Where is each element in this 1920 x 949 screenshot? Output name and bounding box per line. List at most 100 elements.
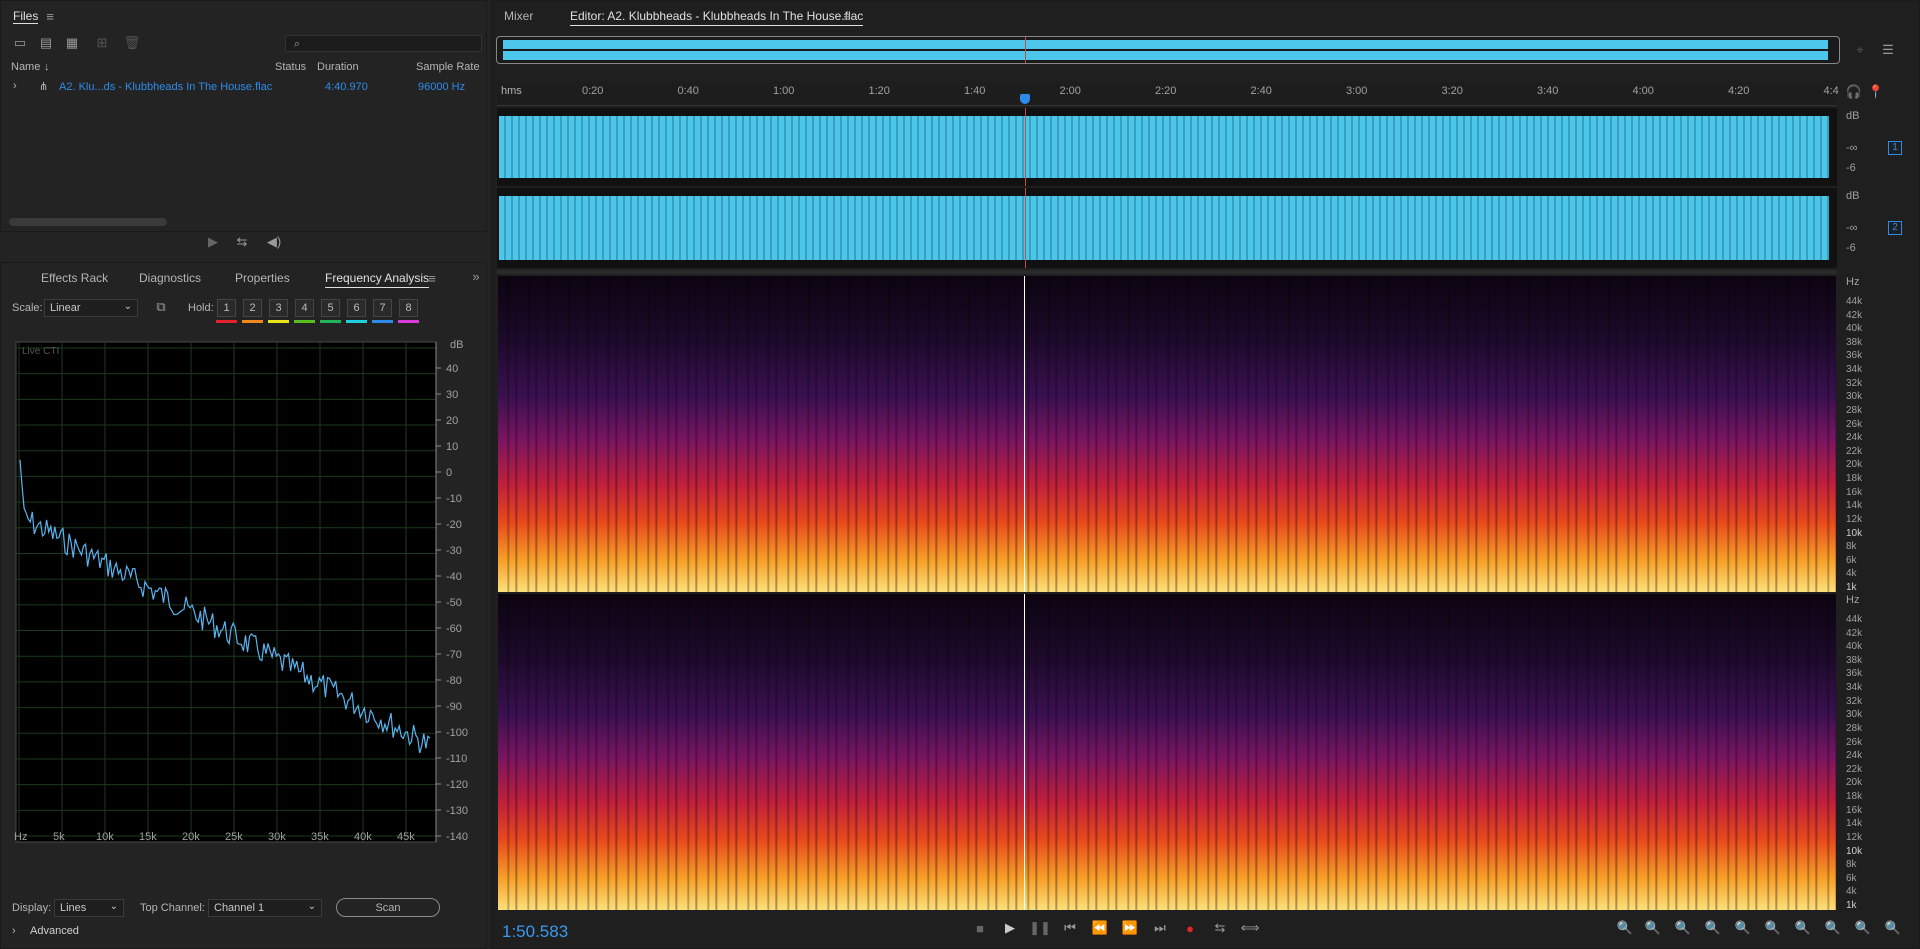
- sort-arrow-icon: ↓: [44, 61, 50, 73]
- hold-color-bar-6: [346, 320, 367, 323]
- tab-properties[interactable]: Properties: [235, 271, 290, 285]
- zoom-in-right-icon[interactable]: 🔍: [1794, 920, 1812, 936]
- waveform-overview[interactable]: [496, 36, 1840, 64]
- timeline-ruler[interactable]: hms 0:20 0:40 1:00 1:20 1:40 2:00 2:20 2:40 3:00…: [497, 82, 1839, 106]
- tab-frequency-analysis[interactable]: Frequency Analysis: [325, 271, 430, 288]
- hz-tick-label: 12k: [1846, 831, 1863, 843]
- panel-layout-icon[interactable]: ☰: [1880, 42, 1896, 58]
- zoom-in-amplitude-icon[interactable]: 🔍: [1616, 920, 1634, 936]
- hold-color-bar-3: [268, 320, 289, 323]
- column-duration[interactable]: Duration: [317, 61, 359, 73]
- hz-tick-label: 42k: [1846, 309, 1863, 321]
- import-file-icon[interactable]: ▤: [37, 35, 55, 51]
- hz-tick-label: 28k: [1846, 722, 1863, 734]
- hz-tick-label: 25k: [225, 831, 243, 843]
- db-tick-label: -120: [446, 779, 468, 791]
- zoom-selection-icon[interactable]: 🔍: [1734, 920, 1752, 936]
- delete-icon[interactable]: 🗑: [123, 35, 141, 51]
- hold-button-3[interactable]: 3: [269, 299, 288, 317]
- channel-2-badge[interactable]: 2: [1888, 221, 1902, 235]
- hz-tick-label: 32k: [1846, 377, 1863, 389]
- fast-forward-icon[interactable]: ⏩: [1122, 920, 1138, 936]
- expand-panels-icon[interactable]: »: [469, 269, 483, 284]
- zoom-to-fit-icon[interactable]: ⌖: [1852, 42, 1868, 58]
- hz-tick-label: 44k: [1846, 296, 1863, 307]
- zoom-reset-icon[interactable]: 🔍: [1854, 920, 1872, 936]
- pause-icon[interactable]: ❚❚: [1029, 920, 1051, 936]
- hold-color-bar-2: [242, 320, 263, 323]
- zoom-more-icon[interactable]: 🔍: [1884, 920, 1902, 936]
- headphones-icon[interactable]: 🎧: [1846, 84, 1862, 100]
- column-status[interactable]: Status: [275, 61, 306, 73]
- loop-icon[interactable]: ⇆: [1212, 920, 1228, 936]
- advanced-toggle[interactable]: Advanced: [30, 925, 79, 937]
- skip-selection-icon[interactable]: ⟺: [1241, 920, 1260, 936]
- channel-1-badge[interactable]: 1: [1888, 141, 1902, 155]
- open-file-icon[interactable]: ▭: [11, 35, 29, 51]
- tab-effects-rack[interactable]: Effects Rack: [41, 271, 108, 285]
- loop-preview-icon[interactable]: ⇆: [234, 234, 250, 250]
- hz-tick-label: 30k: [268, 831, 286, 843]
- waveform-channel-2[interactable]: [497, 188, 1837, 268]
- db-tick-label: 30: [446, 389, 458, 401]
- expand-chevron-icon[interactable]: ›: [12, 925, 16, 937]
- zoom-out-amplitude-icon[interactable]: 🔍: [1644, 920, 1662, 936]
- hold-button-6[interactable]: 6: [347, 299, 366, 317]
- hz-tick-label: 35k: [311, 831, 329, 843]
- waveform-channel-1[interactable]: [497, 108, 1837, 186]
- files-search-input[interactable]: ⌕: [285, 35, 482, 52]
- rewind-icon[interactable]: ⏪: [1092, 920, 1108, 936]
- auto-play-icon[interactable]: ◀): [264, 234, 284, 250]
- play-icon[interactable]: ▶: [1002, 920, 1018, 936]
- panel-menu-icon[interactable]: ≡: [425, 271, 439, 286]
- time-display[interactable]: 1:50.583: [502, 922, 568, 942]
- tab-editor[interactable]: Editor: A2. Klubbheads - Klubbheads In T…: [570, 9, 864, 26]
- hz-tick-label: 26k: [1846, 736, 1863, 748]
- insert-icon[interactable]: ⊞: [93, 35, 111, 51]
- scale-label: Scale:: [12, 302, 43, 314]
- hold-button-2[interactable]: 2: [243, 299, 262, 317]
- panel-menu-icon[interactable]: ≡: [43, 9, 57, 24]
- tab-mixer[interactable]: Mixer: [504, 9, 533, 23]
- hold-button-8[interactable]: 8: [399, 299, 418, 317]
- file-row[interactable]: › ⋔ A2. Klu...ds - Klubbheads In The Hou…: [3, 79, 485, 97]
- zoom-full-icon[interactable]: 🔍: [1824, 920, 1842, 936]
- hold-button-5[interactable]: 5: [321, 299, 340, 317]
- spectrogram-channel-1[interactable]: [498, 276, 1836, 592]
- playhead-marker[interactable]: [1020, 94, 1030, 104]
- zoom-in-time-icon[interactable]: 🔍: [1674, 920, 1692, 936]
- scale-dropdown[interactable]: Linear ⌄: [44, 299, 138, 317]
- pin-icon[interactable]: 📍: [1868, 84, 1884, 100]
- scan-button[interactable]: Scan: [336, 898, 440, 917]
- panel-menu-icon[interactable]: ≡: [840, 9, 854, 24]
- skip-to-start-icon[interactable]: ⏮: [1062, 920, 1078, 936]
- column-name[interactable]: Name: [11, 61, 40, 73]
- stop-icon[interactable]: ■: [972, 920, 988, 936]
- horizontal-scrollbar[interactable]: [9, 218, 167, 226]
- hz-tick-label: 26k: [1846, 418, 1863, 430]
- spectrogram-channel-2[interactable]: [498, 594, 1836, 910]
- db-tick-label: -30: [446, 545, 462, 557]
- hold-button-7[interactable]: 7: [373, 299, 392, 317]
- graph-background: [15, 341, 437, 843]
- files-panel-title[interactable]: Files: [13, 9, 39, 24]
- display-dropdown[interactable]: Lines ⌄: [54, 899, 124, 917]
- skip-to-end-icon[interactable]: ⏭: [1152, 920, 1168, 936]
- file-name[interactable]: A2. Klu...ds - Klubbheads In The House.f…: [59, 81, 272, 93]
- view-splitter[interactable]: [497, 270, 1837, 274]
- copy-graph-icon[interactable]: ⧉: [154, 299, 168, 314]
- hz-tick-label: 38k: [1846, 654, 1863, 666]
- tab-diagnostics[interactable]: Diagnostics: [139, 271, 201, 285]
- zoom-out-time-icon[interactable]: 🔍: [1704, 920, 1722, 936]
- record-icon[interactable]: ●: [1182, 920, 1198, 936]
- db-tick-label: -70: [446, 649, 462, 661]
- preview-play-icon[interactable]: ▶: [206, 234, 220, 250]
- column-sample-rate[interactable]: Sample Rate: [416, 61, 480, 73]
- hold-button-4[interactable]: 4: [295, 299, 314, 317]
- hz-tick-label: 38k: [1846, 336, 1863, 348]
- hold-button-1[interactable]: 1: [217, 299, 236, 317]
- top-channel-dropdown[interactable]: Channel 1 ⌄: [208, 899, 322, 917]
- expand-chevron-icon[interactable]: ›: [13, 80, 17, 92]
- new-file-icon[interactable]: ▦: [63, 35, 81, 51]
- zoom-in-left-icon[interactable]: 🔍: [1764, 920, 1782, 936]
